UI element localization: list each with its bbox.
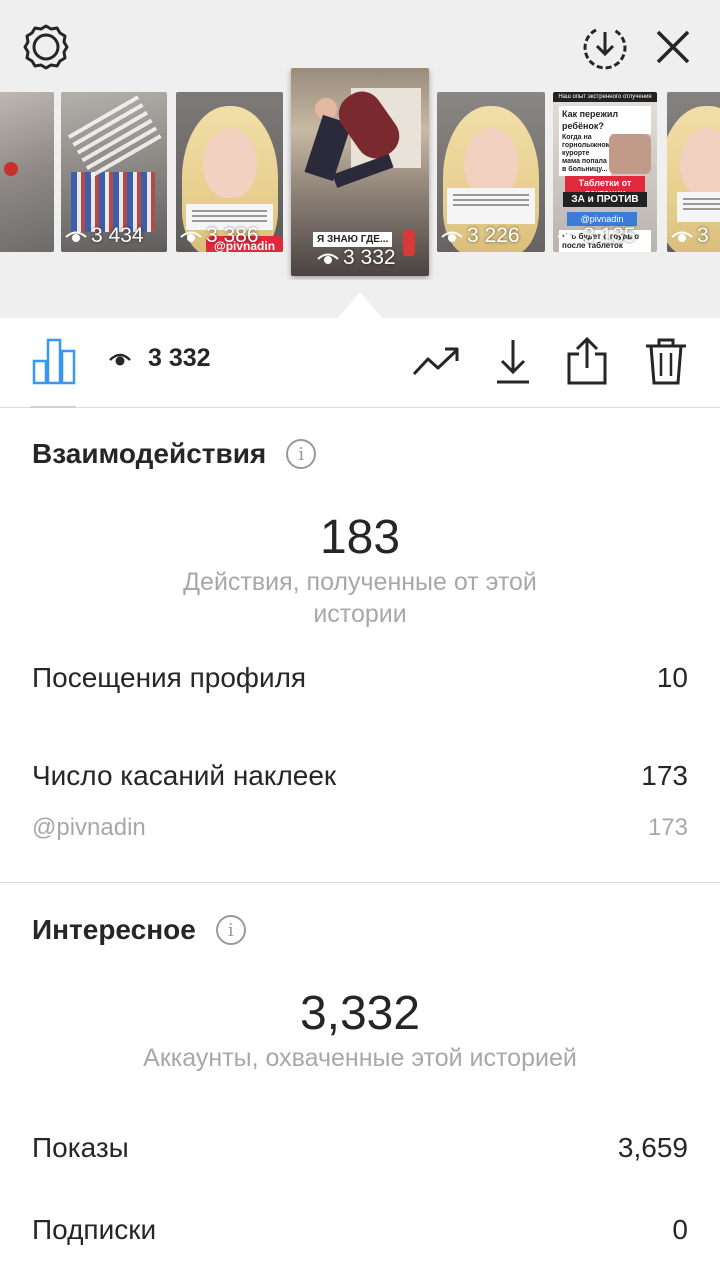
- story-view-count: 3 386: [180, 224, 283, 248]
- metric-subvalue: 173: [647, 814, 688, 841]
- story-toolbar: 3 332: [0, 318, 720, 408]
- story-question: Как пережил ребёнок?: [559, 106, 651, 134]
- story-thumbnail[interactable]: 3 226: [437, 92, 545, 252]
- discovery-title: Интересное: [32, 914, 196, 945]
- eye-icon: [441, 231, 463, 242]
- eye-icon: [180, 231, 202, 242]
- story-title: Наш опыт экстренного отлучения: [553, 92, 657, 102]
- trend-icon: [412, 347, 459, 376]
- discovery-total-caption: Аккаунты, охваченные этой историей: [143, 1044, 577, 1072]
- tab-underline: [30, 406, 76, 408]
- metric-label: Подписки: [32, 1214, 157, 1245]
- eye-icon: [557, 231, 579, 242]
- story-body: Когда на горнолыжном курорте мама попала…: [559, 132, 611, 176]
- share-icon: [567, 336, 607, 385]
- story-thumbnail[interactable]: @pivnadin 3 386: [176, 92, 283, 252]
- selected-story-pointer: [338, 292, 382, 318]
- story-view-count: 3 332: [317, 246, 429, 270]
- metric-value: 0: [672, 1214, 688, 1245]
- eye-icon: [109, 353, 131, 365]
- metric-label: Число касаний наклеек: [32, 760, 337, 791]
- story-view-count: 444: [0, 224, 54, 248]
- story-thumbnail-strip[interactable]: 444 3 434 @pivnadin 3 386: [0, 68, 720, 280]
- story-thumbnail[interactable]: Наш опыт экстренного отлучения Как переж…: [553, 92, 657, 252]
- close-icon: [656, 30, 690, 64]
- discovery-total: 3,332: [299, 987, 421, 1040]
- metric-row-impressions: Показы 3,659: [32, 1132, 688, 1164]
- story-pill-2: ЗА и ПРОТИВ: [563, 192, 647, 207]
- story-thumbnail[interactable]: 444: [0, 92, 54, 252]
- metric-value: 10: [656, 662, 688, 693]
- download-button[interactable]: [488, 334, 538, 388]
- story-caption: Я ЗНАЮ ГДЕ...: [313, 232, 393, 247]
- viewers-count-label: 3 332: [148, 344, 211, 372]
- metric-row-follows: Подписки 0: [32, 1214, 688, 1246]
- viewers-count[interactable]: 3 332: [108, 344, 211, 373]
- story-thumbnail[interactable]: 3: [667, 92, 720, 252]
- insights-tab[interactable]: [28, 332, 80, 390]
- metric-subrow-mention: @pivnadin 173: [32, 814, 688, 842]
- section-divider: [0, 882, 720, 883]
- trash-icon: [646, 338, 686, 385]
- story-thumbnail-selected[interactable]: Я ЗНАЮ ГДЕ... 3 332: [291, 68, 429, 276]
- metric-row-profile-visits: Посещения профиля 10: [32, 662, 688, 694]
- metric-label: Посещения профиля: [32, 662, 307, 693]
- metric-value: 173: [641, 760, 688, 791]
- download-circle-icon: [583, 28, 627, 70]
- settings-button[interactable]: [18, 22, 74, 72]
- metric-row-sticker-taps: Число касаний наклеек 173: [32, 760, 688, 792]
- eye-icon: [65, 231, 87, 242]
- interactions-total: 183: [319, 511, 401, 564]
- discovery-section-title: Интересное i: [32, 914, 246, 946]
- story-view-count: 3 434: [65, 224, 167, 248]
- promote-button[interactable]: [408, 336, 464, 386]
- metric-value: 3,659: [617, 1132, 688, 1163]
- settings-icon: [23, 24, 69, 70]
- story-view-count: 3: [671, 224, 720, 248]
- info-icon[interactable]: i: [215, 915, 246, 945]
- interactions-section-title: Взаимодействия i: [32, 438, 317, 470]
- delete-button[interactable]: [638, 332, 694, 390]
- story-header-area: 444 3 434 @pivnadin 3 386: [0, 0, 720, 318]
- eye-icon: [671, 231, 693, 242]
- download-icon: [497, 340, 529, 384]
- story-thumbnail[interactable]: 3 434: [61, 92, 167, 252]
- story-view-count: 3 135: [557, 224, 657, 248]
- eye-icon: [317, 253, 339, 264]
- save-story-button[interactable]: [578, 22, 632, 72]
- metric-sublabel: @pivnadin: [32, 814, 146, 841]
- metric-label: Показы: [32, 1132, 129, 1163]
- interactions-title: Взаимодействия: [32, 438, 267, 469]
- insights-bar-chart-icon: [32, 338, 76, 385]
- info-icon[interactable]: i: [286, 439, 317, 469]
- close-button[interactable]: [650, 22, 696, 72]
- interactions-total-caption: Действия, полученные от этой истории: [183, 568, 537, 628]
- share-button[interactable]: [562, 332, 612, 390]
- story-view-count: 3 226: [441, 224, 545, 248]
